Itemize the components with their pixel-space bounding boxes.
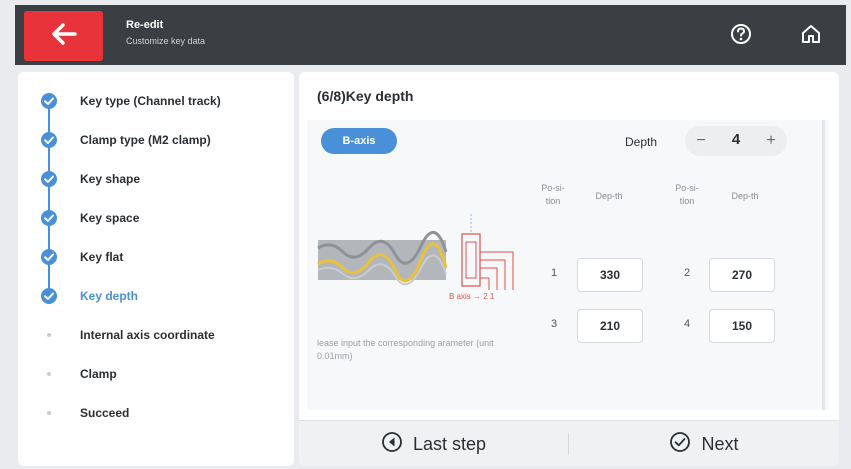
last-step-label: Last step [412,433,487,454]
home-button[interactable] [798,23,824,49]
footer-bar: Last step Next [299,420,839,466]
pending-dot-icon [40,404,58,422]
depth-value: 4 [731,131,741,148]
step-sidebar: Key type (Channel track) Clamp type (M2 … [18,72,294,466]
panel-title: (6/8)Key depth [317,88,414,104]
pending-dot-icon [40,365,58,383]
position-column-header: Po-si-tion [541,183,565,206]
help-icon [730,23,752,50]
circle-check-icon [669,431,691,458]
pending-dot-icon [40,326,58,344]
help-button[interactable] [728,23,754,49]
check-circle-icon [40,248,58,266]
position-1: 1 [550,267,558,279]
minus-icon: − [696,132,706,149]
depth-content: B-axis Depth − 4 + B axis → 2 1 lease in… [307,120,829,410]
depth-label: Depth [625,135,658,149]
axis-toggle-button[interactable]: B-axis [321,128,397,154]
depth-input-4[interactable]: 150 [709,309,775,343]
check-circle-icon [40,170,58,188]
next-button[interactable]: Next [569,421,839,467]
depth-input-1[interactable]: 330 [577,258,643,292]
next-label: Next [701,433,739,454]
check-circle-icon [40,92,58,110]
check-circle-icon [40,209,58,227]
position-2: 2 [683,267,691,279]
depth-stepper: − 4 + [685,126,787,156]
depth-input-3[interactable]: 210 [577,309,643,343]
hint-text: lease input the corresponding arameter (… [317,338,494,361]
circle-left-icon [381,431,403,458]
step-label: Key flat [80,250,124,264]
arrow-left-icon [51,22,77,50]
step-label: Key type (Channel track) [80,94,221,108]
step-label: Clamp type (M2 clamp) [80,133,211,147]
step-label: Succeed [80,406,130,420]
step-label: Clamp [80,367,117,381]
decrement-button[interactable]: − [689,129,713,153]
title-bar: Re-edit Customize key data [15,5,846,65]
depth-input-2[interactable]: 270 [709,258,775,292]
scrollbar[interactable] [822,120,825,410]
page-subtitle: Customize key data [126,36,206,46]
step-label: Key space [80,211,140,225]
step-label: Internal axis coordinate [80,328,215,342]
increment-button[interactable]: + [759,129,783,153]
position-4: 4 [683,318,691,330]
page-title: Re-edit [126,19,164,31]
plus-icon: + [766,132,776,149]
depth-column-header: Dep-th [595,191,623,201]
back-button[interactable] [24,11,103,61]
key-depth-panel: (6/8)Key depth B-axis Depth − 4 + B axis… [299,72,839,466]
diagram-axis-label: B axis → 2 1 [449,292,495,301]
check-circle-icon [40,131,58,149]
home-icon [800,23,822,50]
last-step-button[interactable]: Last step [299,421,568,467]
step-label: Key shape [80,172,141,186]
depth-column-header: Dep-th [731,191,759,201]
step-label: Key depth [80,289,139,303]
check-circle-icon [40,287,58,305]
position-3: 3 [550,318,558,330]
key-diagram: B axis → 2 1 [317,212,527,304]
position-column-header: Po-si-tion [675,183,699,206]
